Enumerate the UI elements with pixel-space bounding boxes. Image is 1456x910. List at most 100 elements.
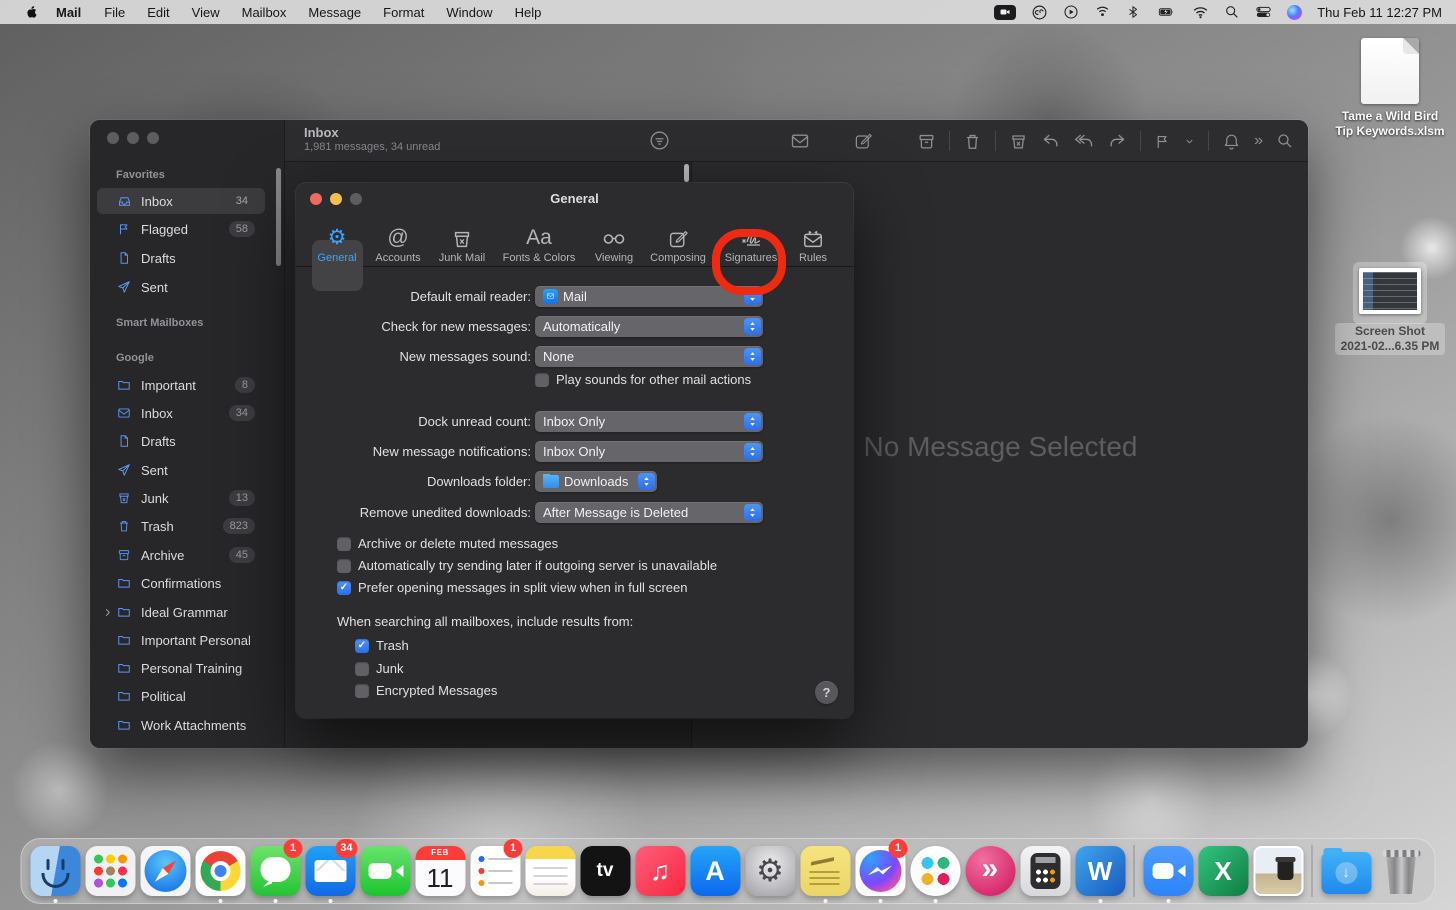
trash-icon[interactable] (1376, 846, 1426, 896)
checkbox-unchecked[interactable] (355, 662, 369, 676)
downloads-folder-popup[interactable]: Downloads (535, 471, 657, 492)
dock-finder[interactable] (28, 838, 83, 904)
dock-image-file[interactable] (1251, 838, 1306, 904)
sidebar-item-ideal-grammar[interactable]: Ideal Grammar (97, 599, 265, 625)
creative-cloud-icon[interactable] (1031, 4, 1048, 21)
calendar-icon[interactable]: FEB11 (415, 846, 465, 896)
zoom-button[interactable] (147, 132, 159, 144)
archive-icon[interactable] (917, 132, 936, 151)
checkbox-unchecked[interactable] (337, 559, 351, 573)
sidebar-item-google-inbox[interactable]: Inbox 34 (97, 400, 265, 426)
sidebar-item-archive[interactable]: Archive 45 (97, 542, 265, 568)
spotlight-search-icon[interactable] (1224, 4, 1240, 20)
search-junk-checkbox-row[interactable]: Junk (355, 661, 403, 676)
new-messages-sound-popup[interactable]: None (535, 346, 763, 367)
screen-record-icon[interactable] (994, 5, 1016, 20)
search-icon[interactable] (1276, 132, 1294, 150)
menu-item-file[interactable]: File (93, 5, 136, 20)
split-view-checkbox-row[interactable]: ✓ Prefer opening messages in split view … (337, 580, 688, 595)
dock-chrome[interactable] (193, 838, 248, 904)
sidebar-item-important[interactable]: Important 8 (97, 372, 265, 398)
message-list-scrollbar[interactable] (684, 164, 689, 182)
overflow-chevrons-icon[interactable]: » (1254, 133, 1263, 149)
dock-calendar[interactable]: FEB11 (413, 838, 468, 904)
system-preferences-icon[interactable]: ⚙ (745, 846, 795, 896)
bluetooth-icon[interactable] (1126, 4, 1140, 20)
desktop-file-xlsm[interactable]: Tame a Wild Bird Tip Keywords.xlsm (1330, 38, 1450, 139)
sidebar-item-important-personal[interactable]: Important Personal (97, 627, 265, 653)
wifi-icon[interactable] (1192, 4, 1209, 20)
siri-icon[interactable] (1287, 5, 1302, 20)
dock-apple-tv[interactable]: tv (578, 838, 633, 904)
play-circle-icon[interactable] (1063, 4, 1079, 20)
dock-skitch[interactable]: » (963, 838, 1018, 904)
sidebar-section-google[interactable]: Google (116, 352, 154, 364)
play-sounds-checkbox-row[interactable]: Play sounds for other mail actions (535, 372, 751, 387)
sidebar-item-political[interactable]: Political (97, 683, 265, 709)
dock-slack[interactable] (908, 838, 963, 904)
dock-calculator[interactable] (1018, 838, 1073, 904)
close-button[interactable] (107, 132, 119, 144)
calculator-icon[interactable] (1020, 846, 1070, 896)
get-mail-icon[interactable] (790, 131, 810, 151)
sidebar-item-junk[interactable]: Junk 13 (97, 485, 265, 511)
slack-icon[interactable] (910, 846, 960, 896)
junk-icon[interactable] (1009, 132, 1028, 151)
sidebar-item-drafts[interactable]: Drafts (97, 245, 265, 271)
app-store-icon[interactable]: A (690, 846, 740, 896)
checkbox-unchecked[interactable] (355, 684, 369, 698)
facetime-icon[interactable] (360, 846, 410, 896)
music-icon[interactable]: ♫ (635, 846, 685, 896)
disclosure-chevron-icon[interactable] (102, 607, 113, 618)
sidebar-item-google-sent[interactable]: Sent (97, 457, 265, 483)
battery-icon[interactable] (1155, 4, 1177, 20)
checkbox-unchecked[interactable] (337, 537, 351, 551)
launchpad-icon[interactable] (85, 846, 135, 896)
dock-messenger[interactable]: 1 (853, 838, 908, 904)
archive-muted-checkbox-row[interactable]: Archive or delete muted messages (337, 536, 558, 551)
menu-item-edit[interactable]: Edit (136, 5, 180, 20)
search-trash-checkbox-row[interactable]: ✓ Trash (355, 638, 409, 653)
sidebar-item-confirmations[interactable]: Confirmations (97, 570, 265, 596)
xlsm-file-icon[interactable] (1361, 38, 1419, 104)
excel-icon[interactable]: X (1198, 846, 1248, 896)
hotspot-icon[interactable] (1094, 4, 1111, 21)
word-icon[interactable]: W (1075, 846, 1125, 896)
dock-stickies[interactable] (798, 838, 853, 904)
checkbox-checked[interactable]: ✓ (337, 581, 351, 595)
desktop-file-screenshot[interactable]: Screen Shot 2021-02...6.35 PM (1330, 268, 1450, 355)
forward-icon[interactable] (1107, 131, 1127, 151)
delete-icon[interactable] (963, 132, 982, 151)
menu-item-format[interactable]: Format (372, 5, 435, 20)
safari-icon[interactable] (140, 846, 190, 896)
checkbox-checked[interactable]: ✓ (355, 639, 369, 653)
dock-launchpad[interactable] (83, 838, 138, 904)
control-center-icon[interactable] (1255, 4, 1272, 20)
skitch-icon[interactable]: » (965, 846, 1015, 896)
reply-icon[interactable] (1041, 131, 1061, 151)
sidebar-item-flagged[interactable]: Flagged 58 (97, 216, 265, 242)
dock-zoom[interactable] (1141, 838, 1196, 904)
chrome-icon[interactable] (195, 846, 245, 896)
sidebar-scrollbar[interactable] (276, 168, 281, 266)
zoom-app-icon[interactable] (1143, 846, 1193, 896)
flag-chevron-icon[interactable] (1184, 136, 1195, 147)
image-file-icon[interactable] (1253, 846, 1303, 896)
dock-notes[interactable] (523, 838, 578, 904)
search-encrypted-checkbox-row[interactable]: Encrypted Messages (355, 683, 497, 698)
apple-tv-icon[interactable]: tv (580, 846, 630, 896)
window-controls[interactable] (107, 132, 159, 144)
dock-reminders[interactable]: 1 (468, 838, 523, 904)
dock-unread-count-popup[interactable]: Inbox Only (535, 411, 763, 432)
menu-app-name[interactable]: Mail (44, 5, 93, 20)
menu-item-help[interactable]: Help (504, 5, 553, 20)
sidebar-item-personal-training[interactable]: Personal Training (97, 655, 265, 681)
dock-mail[interactable]: 34 (303, 838, 358, 904)
downloads-folder-icon[interactable] (1321, 852, 1371, 894)
check-new-messages-popup[interactable]: Automatically (535, 316, 763, 337)
dock-messages[interactable]: 1 (248, 838, 303, 904)
dock-excel[interactable]: X (1196, 838, 1251, 904)
dock-music[interactable]: ♫ (633, 838, 688, 904)
notes-icon[interactable] (525, 846, 575, 896)
filter-icon[interactable] (649, 130, 670, 151)
